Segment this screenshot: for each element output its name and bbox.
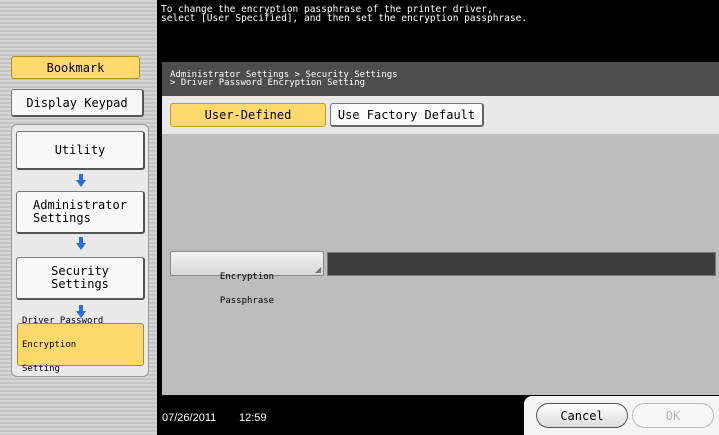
ok-button[interactable]: OK	[632, 403, 714, 428]
nav-driver-line3: Setting	[22, 363, 60, 374]
encryption-label-line1: Encryption	[219, 272, 275, 282]
nav-security-settings-button[interactable]: Security Settings	[16, 257, 145, 300]
display-keypad-button[interactable]: Display Keypad	[11, 89, 144, 117]
down-arrow-icon	[76, 174, 86, 187]
time-display: 12:59	[239, 412, 267, 424]
nav-driver-line2: Encryption	[22, 339, 77, 350]
breadcrumb-line2: > Driver Password Encryption Setting	[170, 78, 366, 88]
corner-indicator-icon	[315, 267, 321, 273]
nav-driver-line1: Driver Password	[22, 315, 104, 326]
date-display: 07/26/2011	[162, 412, 217, 424]
nav-utility-button[interactable]: Utility	[16, 131, 145, 170]
breadcrumb-text: Administrator Settings > Security Settin…	[170, 71, 398, 88]
encryption-passphrase-button[interactable]: Encryption Passphrase	[170, 251, 324, 306]
use-factory-default-button[interactable]: Use Factory Default	[330, 103, 484, 127]
nav-driver-password-encryption-button[interactable]: Driver Password Encryption Setting	[17, 316, 144, 373]
nav-administrator-settings-button[interactable]: Administrator Settings	[16, 191, 145, 234]
nav-admin-line2: Settings	[33, 211, 91, 225]
down-arrow-icon	[76, 237, 86, 250]
cancel-button[interactable]: Cancel	[536, 403, 628, 428]
user-defined-button[interactable]: User-Defined	[170, 103, 326, 127]
bookmark-button[interactable]: Bookmark	[11, 56, 140, 79]
instruction-line2: select [User Specified], and then set th…	[161, 13, 528, 24]
nav-utility-label: Utility	[54, 142, 106, 157]
instruction-message: To change the encryption passphrase of t…	[161, 5, 528, 24]
encryption-passphrase-field	[327, 252, 716, 276]
nav-security-line2: Settings	[51, 277, 109, 291]
encryption-label-line2: Passphrase	[219, 296, 275, 306]
